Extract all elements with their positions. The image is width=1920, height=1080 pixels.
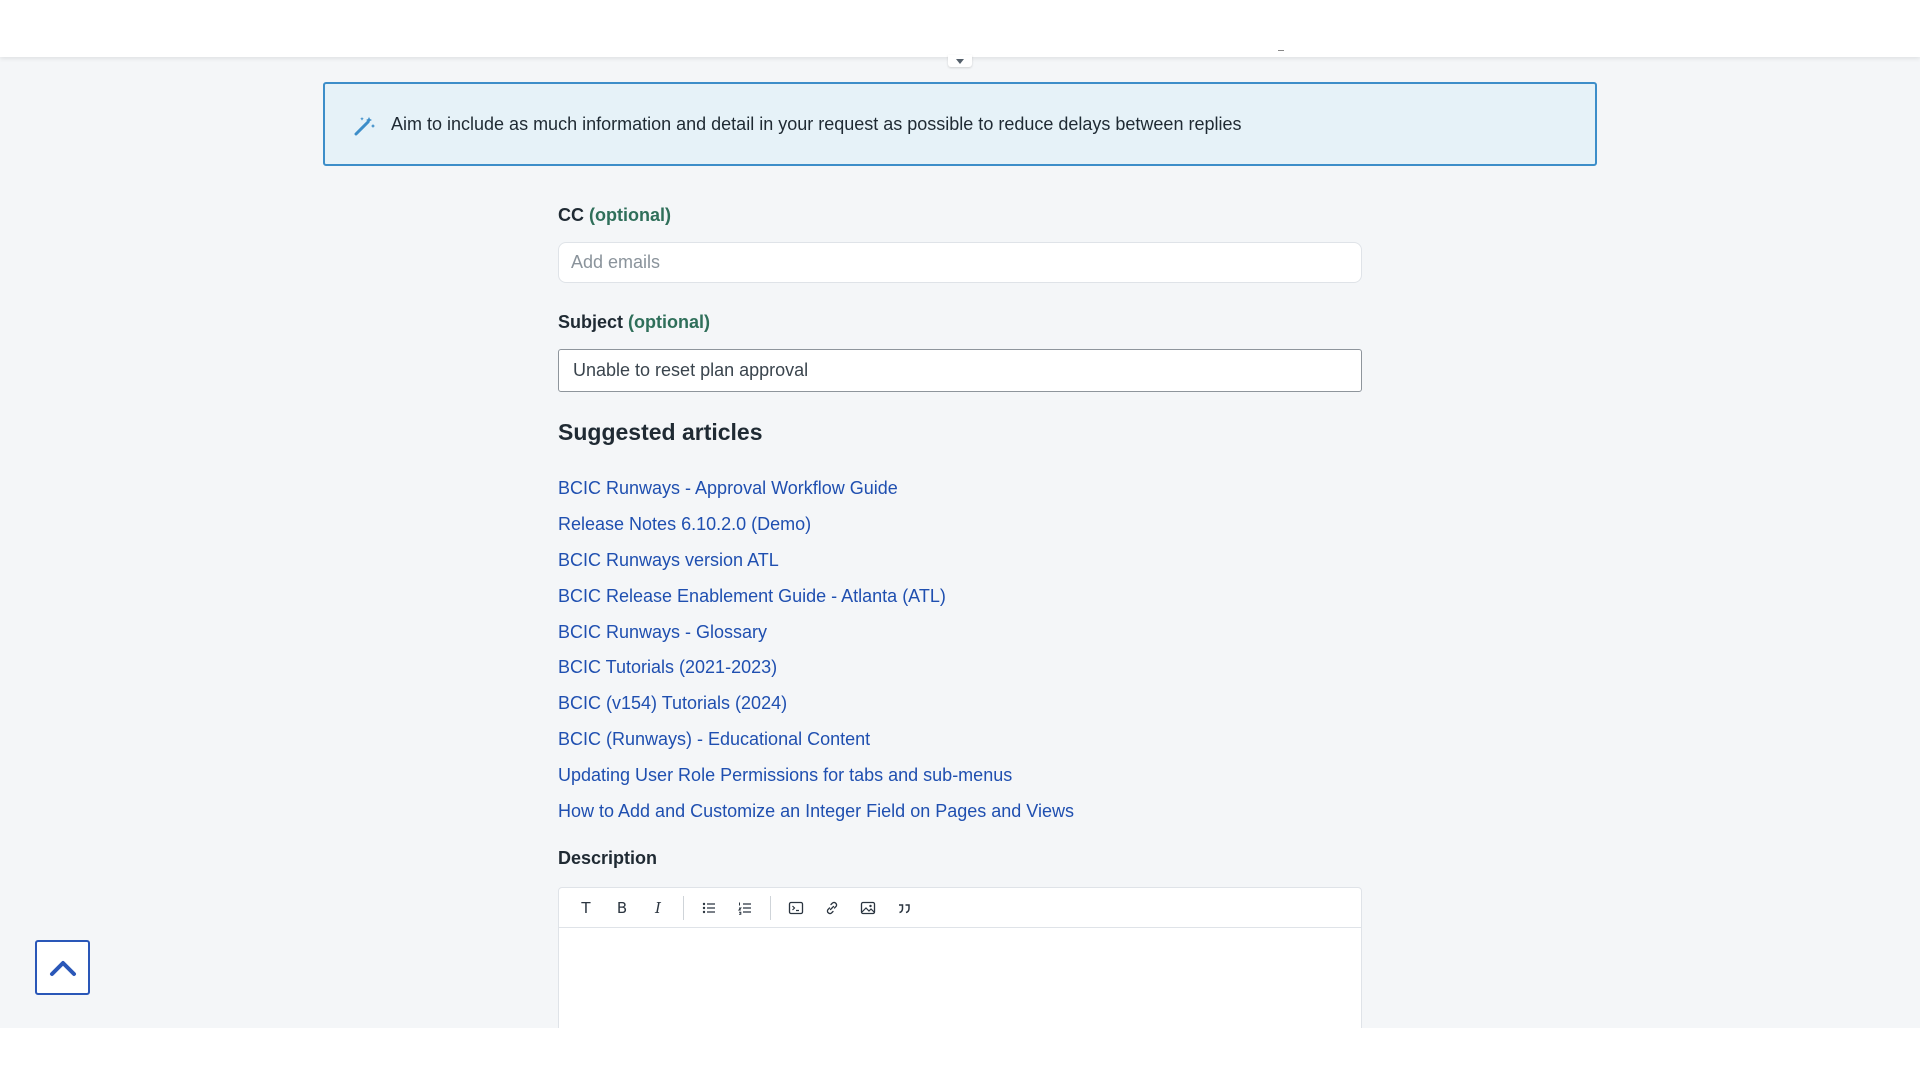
notice-text: Aim to include as much information and d… xyxy=(391,113,1242,134)
image-icon xyxy=(860,901,876,914)
list-item: BCIC Release Enablement Guide - Atlanta … xyxy=(558,578,1074,614)
editor-toolbar: T B I xyxy=(559,888,1361,928)
suggested-articles-heading: Suggested articles xyxy=(558,419,763,445)
back-to-top-button[interactable] xyxy=(35,940,90,995)
suggested-articles-list: BCIC Runways - Approval Workflow Guide R… xyxy=(558,471,1074,829)
header-mark xyxy=(1278,50,1284,53)
article-link[interactable]: BCIC Runways - Glossary xyxy=(558,622,767,643)
description-editor: T B I xyxy=(558,887,1362,1028)
bullet-list-icon xyxy=(702,902,715,913)
list-item: BCIC Runways version ATL xyxy=(558,543,1074,579)
cc-label-text: CC xyxy=(558,205,584,225)
article-link[interactable]: BCIC Runways version ATL xyxy=(558,550,779,571)
bottom-strip xyxy=(0,1028,1920,1080)
toolbar-divider xyxy=(770,895,771,920)
list-item: Release Notes 6.10.2.0 (Demo) xyxy=(558,507,1074,543)
image-button[interactable] xyxy=(855,895,881,921)
list-item: BCIC (Runways) - Educational Content xyxy=(558,722,1074,758)
list-item: BCIC (v154) Tutorials (2024) xyxy=(558,686,1074,722)
subject-input[interactable] xyxy=(558,349,1362,392)
request-form-page: Aim to include as much information and d… xyxy=(0,57,1920,1028)
italic-button[interactable]: I xyxy=(645,895,671,921)
cc-emails-input[interactable] xyxy=(558,242,1362,283)
article-link[interactable]: BCIC (Runways) - Educational Content xyxy=(558,729,870,750)
text-style-button[interactable]: T xyxy=(573,895,599,921)
list-item: BCIC Tutorials (2021-2023) xyxy=(558,650,1074,686)
code-block-button[interactable] xyxy=(783,895,809,921)
chevron-down-icon xyxy=(956,58,964,64)
link-icon xyxy=(826,901,838,914)
article-link[interactable]: BCIC Runways - Approval Workflow Guide xyxy=(558,478,898,499)
numbered-list-button[interactable] xyxy=(732,895,758,921)
list-item: Updating User Role Permissions for tabs … xyxy=(558,757,1074,793)
numbered-list-icon xyxy=(737,902,751,915)
link-button[interactable] xyxy=(819,895,845,921)
top-header-bar xyxy=(0,0,1920,57)
subject-label-text: Subject xyxy=(558,312,624,332)
chevron-up-icon xyxy=(49,960,76,976)
article-link[interactable]: Release Notes 6.10.2.0 (Demo) xyxy=(558,514,811,535)
bold-button[interactable]: B xyxy=(609,895,635,921)
list-item: How to Add and Customize an Integer Fiel… xyxy=(558,793,1074,829)
description-label: Description xyxy=(558,848,658,868)
blockquote-button[interactable] xyxy=(891,895,917,921)
bullet-list-button[interactable] xyxy=(696,895,722,921)
quote-icon xyxy=(899,903,910,913)
cc-label: CC (optional) xyxy=(558,205,671,226)
list-item: BCIC Runways - Glossary xyxy=(558,614,1074,650)
collapse-header-toggle[interactable] xyxy=(948,55,972,67)
subject-label: Subject (optional) xyxy=(558,312,710,333)
article-link[interactable]: BCIC Tutorials (2021-2023) xyxy=(558,657,777,678)
article-link[interactable]: Updating User Role Permissions for tabs … xyxy=(558,765,1012,786)
subject-optional-tag: (optional) xyxy=(628,312,711,332)
cc-optional-tag: (optional) xyxy=(589,205,671,225)
code-block-icon xyxy=(788,901,804,914)
toolbar-divider xyxy=(683,895,684,920)
info-notice: Aim to include as much information and d… xyxy=(323,82,1597,166)
list-item: BCIC Runways - Approval Workflow Guide xyxy=(558,471,1074,507)
magic-wand-icon xyxy=(354,117,375,136)
article-link[interactable]: BCIC Release Enablement Guide - Atlanta … xyxy=(558,586,946,607)
article-link[interactable]: How to Add and Customize an Integer Fiel… xyxy=(558,801,1074,822)
article-link[interactable]: BCIC (v154) Tutorials (2024) xyxy=(558,693,787,714)
